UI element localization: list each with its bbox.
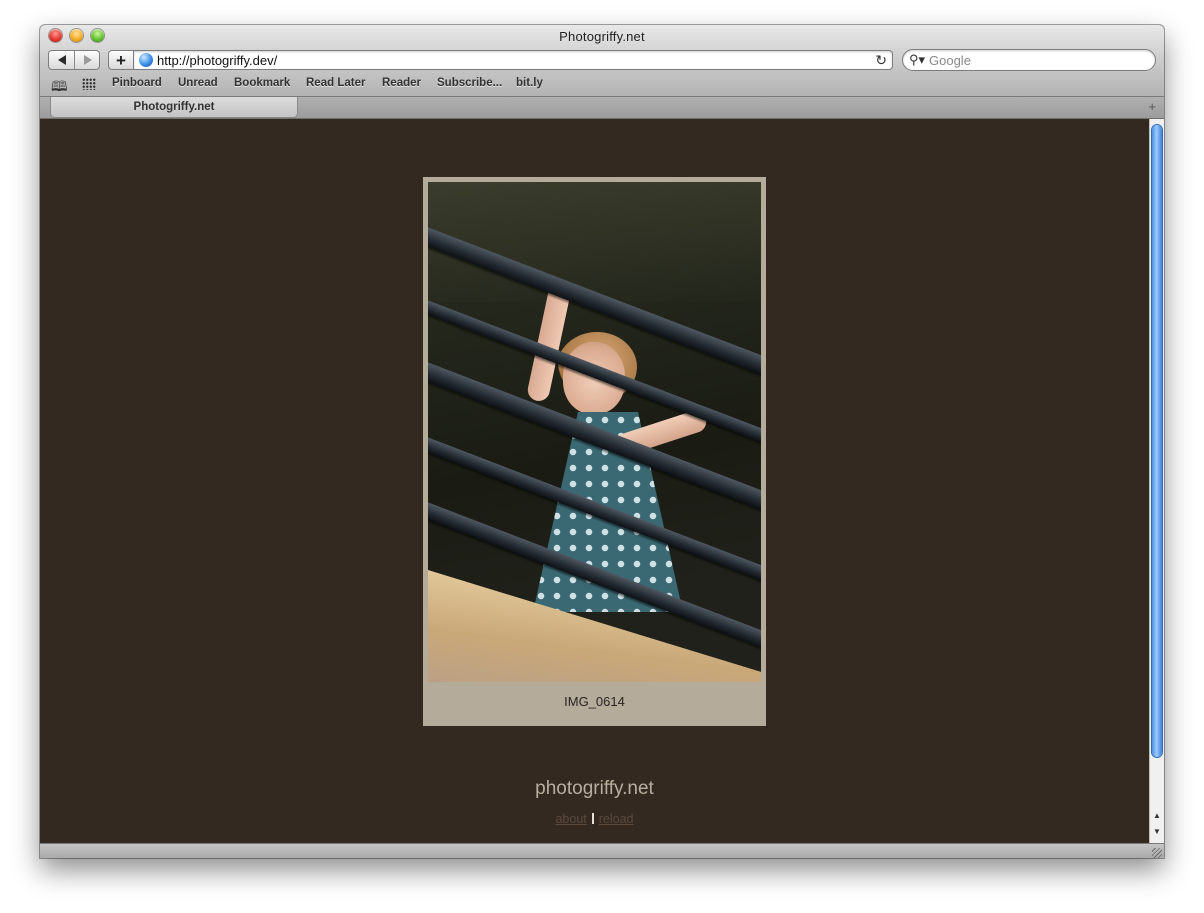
reload-icon[interactable]: ↻ <box>875 52 887 69</box>
scroll-down-arrow-icon[interactable]: ▼ <box>1153 827 1161 836</box>
top-sites-grid-icon[interactable] <box>82 78 96 90</box>
address-input[interactable]: http://photogriffy.dev/ <box>157 53 277 68</box>
new-tab-icon[interactable]: + <box>1148 99 1156 114</box>
site-name: photogriffy.net <box>535 778 654 799</box>
tab-photogriffy[interactable]: Photogriffy.net <box>50 97 298 118</box>
bookmark-unread[interactable]: Unread <box>178 77 218 89</box>
back-forward-group <box>48 50 100 70</box>
resize-grip-icon[interactable] <box>1152 848 1162 858</box>
status-bar <box>40 843 1164 858</box>
forward-button[interactable] <box>75 51 100 69</box>
search-input[interactable] <box>929 52 1139 68</box>
address-bar[interactable]: http://photogriffy.dev/ ↻ <box>134 50 893 70</box>
add-bookmark-button[interactable]: + <box>108 50 134 70</box>
globe-icon <box>139 53 153 67</box>
reload-link[interactable]: reload <box>599 812 634 826</box>
back-button[interactable] <box>49 51 74 69</box>
bookmark-subscribe[interactable]: Subscribe... <box>437 77 502 89</box>
bookmark-reader[interactable]: Reader <box>382 77 421 89</box>
browser-window: Photogriffy.net + http://photogriffy.dev… <box>40 25 1164 858</box>
forward-arrow-icon <box>83 55 92 65</box>
photo-image[interactable] <box>428 182 761 682</box>
bookmark-read-later[interactable]: Read Later <box>306 77 365 89</box>
vertical-scrollbar[interactable]: ▲ ▼ <box>1149 119 1164 843</box>
window-title: Photogriffy.net <box>559 29 645 44</box>
photo-caption: IMG_0614 <box>564 694 625 709</box>
tab-bar: Photogriffy.net + <box>40 97 1164 119</box>
bookmark-bitly[interactable]: bit.ly <box>516 77 543 89</box>
bookmarks-bar: 🕮 Pinboard Unread Bookmark Read Later Re… <box>40 75 1164 94</box>
scroll-up-arrow-icon[interactable]: ▲ <box>1153 811 1161 820</box>
search-field[interactable]: ⚲▾ <box>902 49 1156 71</box>
bookmark-bookmark[interactable]: Bookmark <box>234 77 290 89</box>
photo-background-wall <box>428 182 761 302</box>
back-arrow-icon <box>57 55 66 65</box>
toolbar: Photogriffy.net + http://photogriffy.dev… <box>40 25 1164 97</box>
search-icon: ⚲▾ <box>909 52 926 67</box>
scrollbar-thumb[interactable] <box>1152 125 1162 757</box>
about-link[interactable]: about <box>555 812 586 826</box>
link-divider <box>591 813 594 824</box>
photo-card[interactable]: IMG_0614 <box>423 177 766 726</box>
bookmark-pinboard[interactable]: Pinboard <box>112 77 162 89</box>
tab-label: Photogriffy.net <box>133 101 215 113</box>
page-content: IMG_0614 photogriffy.net about reload <box>40 119 1149 843</box>
footer-links: about reload <box>40 812 1149 826</box>
